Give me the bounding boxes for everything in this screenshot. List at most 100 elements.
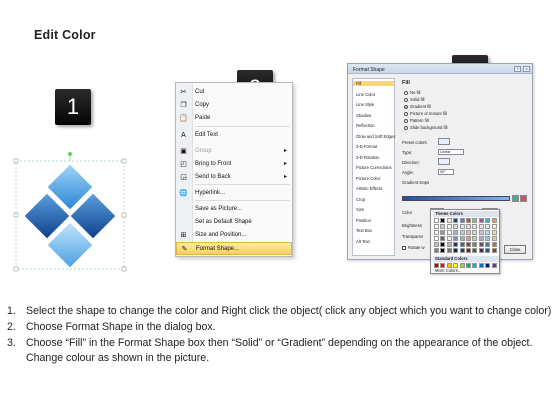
theme-color-swatch[interactable] <box>453 230 459 235</box>
category-shadow[interactable]: Shadow <box>356 113 371 118</box>
menu-item-send-to-back[interactable]: ◲ Send to Back ▸ <box>176 171 292 184</box>
theme-color-swatch[interactable] <box>485 236 491 241</box>
category-line-style[interactable]: Line Style <box>356 102 374 107</box>
theme-color-swatch[interactable] <box>446 230 452 235</box>
theme-color-swatch[interactable] <box>446 236 452 241</box>
rotate-handle[interactable] <box>68 152 72 156</box>
theme-color-swatch[interactable] <box>491 218 497 223</box>
theme-color-swatch[interactable] <box>446 224 452 229</box>
menu-item-paste[interactable]: 📋 Paste <box>176 112 292 125</box>
theme-color-swatch[interactable] <box>440 224 446 229</box>
radio-button[interactable] <box>404 105 408 109</box>
theme-color-swatch[interactable] <box>491 236 497 241</box>
preset-colors-dropdown[interactable] <box>438 138 450 145</box>
theme-color-swatch[interactable] <box>466 248 471 253</box>
radio-button[interactable] <box>404 112 408 116</box>
theme-color-swatch[interactable] <box>478 230 484 235</box>
theme-color-swatch[interactable] <box>459 224 465 229</box>
theme-color-swatch[interactable] <box>446 242 452 247</box>
fill-option-slide-background-fill[interactable]: Slide background fill <box>404 125 447 130</box>
category-line-color[interactable]: Line Color <box>356 92 375 97</box>
fill-option-picture-or-texture-fill[interactable]: Picture or texture fill <box>404 111 447 116</box>
standard-color-swatch[interactable] <box>478 263 484 268</box>
category-picture-color[interactable]: Picture Color <box>356 176 380 181</box>
menu-item-size-and-position[interactable]: ⊞ Size and Position... <box>176 229 292 242</box>
theme-color-swatch[interactable] <box>472 236 478 241</box>
category-position[interactable]: Position <box>356 218 371 223</box>
menu-item-hyperlink[interactable]: 🌐 Hyperlink... <box>176 187 292 200</box>
theme-color-swatch[interactable] <box>459 218 465 223</box>
theme-color-swatch[interactable] <box>485 242 491 247</box>
add-stop-button[interactable] <box>512 195 519 202</box>
menu-item-set-as-default-shape[interactable]: Set as Default Shape <box>176 216 292 229</box>
close-button[interactable]: Close <box>504 245 526 254</box>
theme-color-swatch[interactable] <box>434 248 439 253</box>
type-select[interactable]: Linear <box>438 149 464 155</box>
theme-color-swatch[interactable] <box>491 248 497 253</box>
theme-color-swatch[interactable] <box>434 230 439 235</box>
theme-color-swatch[interactable] <box>434 224 439 229</box>
theme-color-swatch[interactable] <box>466 218 471 223</box>
theme-color-swatch[interactable] <box>453 242 459 247</box>
theme-color-swatch[interactable] <box>472 230 478 235</box>
theme-color-swatch[interactable] <box>440 248 446 253</box>
standard-color-swatch[interactable] <box>472 263 478 268</box>
theme-color-swatch[interactable] <box>440 230 446 235</box>
theme-color-swatch[interactable] <box>491 242 497 247</box>
theme-color-swatch[interactable] <box>491 224 497 229</box>
standard-color-swatch[interactable] <box>466 263 471 268</box>
diamond-shapes-graphic[interactable] <box>12 148 132 274</box>
close-icon[interactable]: × <box>523 66 530 72</box>
category-fill[interactable]: Fill <box>353 81 394 86</box>
theme-color-swatch[interactable] <box>446 218 452 223</box>
theme-color-swatch[interactable] <box>434 236 439 241</box>
theme-color-swatch[interactable] <box>485 224 491 229</box>
theme-color-swatch[interactable] <box>459 230 465 235</box>
standard-color-swatch[interactable] <box>491 263 497 268</box>
theme-color-swatch[interactable] <box>459 248 465 253</box>
category-text-box[interactable]: Text Box <box>356 228 372 233</box>
theme-color-swatch[interactable] <box>472 242 478 247</box>
theme-color-swatch[interactable] <box>459 236 465 241</box>
category-3-d-rotation[interactable]: 3-D Rotation <box>356 155 380 160</box>
theme-color-swatch[interactable] <box>440 242 446 247</box>
gradient-stops-bar[interactable] <box>402 196 510 201</box>
theme-color-swatch[interactable] <box>485 248 491 253</box>
category-size[interactable]: Size <box>356 207 364 212</box>
theme-color-swatch[interactable] <box>466 230 471 235</box>
category-reflection[interactable]: Reflection <box>356 123 375 128</box>
category-alt-text[interactable]: Alt Text <box>356 239 370 244</box>
radio-button[interactable] <box>404 98 408 102</box>
rotate-checkbox[interactable] <box>402 246 406 250</box>
menu-item-bring-to-front[interactable]: ◰ Bring to Front ▸ <box>176 158 292 171</box>
theme-color-swatch[interactable] <box>434 218 439 223</box>
menu-item-group[interactable]: ▣ Group ▸ <box>176 145 292 158</box>
fill-option-pattern-fill[interactable]: Pattern fill <box>404 118 429 123</box>
theme-color-swatch[interactable] <box>466 224 471 229</box>
menu-item-copy[interactable]: ❐ Copy <box>176 99 292 112</box>
fill-option-gradient-fill[interactable]: Gradient fill <box>404 104 431 109</box>
theme-color-swatch[interactable] <box>453 248 459 253</box>
theme-color-swatch[interactable] <box>434 242 439 247</box>
remove-stop-button[interactable] <box>520 195 527 202</box>
theme-color-swatch[interactable] <box>472 218 478 223</box>
category-glow-and-soft-edges[interactable]: Glow and Soft Edges <box>356 134 395 139</box>
menu-item-save-as-picture[interactable]: Save as Picture... <box>176 203 292 216</box>
help-icon[interactable]: ? <box>514 66 521 72</box>
theme-color-swatch[interactable] <box>485 218 491 223</box>
theme-color-swatch[interactable] <box>453 236 459 241</box>
theme-color-swatch[interactable] <box>478 248 484 253</box>
theme-color-swatch[interactable] <box>453 218 459 223</box>
category-crop[interactable]: Crop <box>356 197 365 202</box>
category-artistic-effects[interactable]: Artistic Effects <box>356 186 382 191</box>
fill-option-solid-fill[interactable]: Solid fill <box>404 97 424 102</box>
theme-color-swatch[interactable] <box>466 236 471 241</box>
theme-color-swatch[interactable] <box>459 242 465 247</box>
theme-color-swatch[interactable] <box>478 218 484 223</box>
theme-color-swatch[interactable] <box>478 236 484 241</box>
theme-color-swatch[interactable] <box>472 248 478 253</box>
category-picture-corrections[interactable]: Picture Corrections <box>356 165 392 170</box>
theme-color-swatch[interactable] <box>446 248 452 253</box>
menu-item-edit-text[interactable]: A Edit Text <box>176 129 292 142</box>
theme-color-swatch[interactable] <box>453 224 459 229</box>
